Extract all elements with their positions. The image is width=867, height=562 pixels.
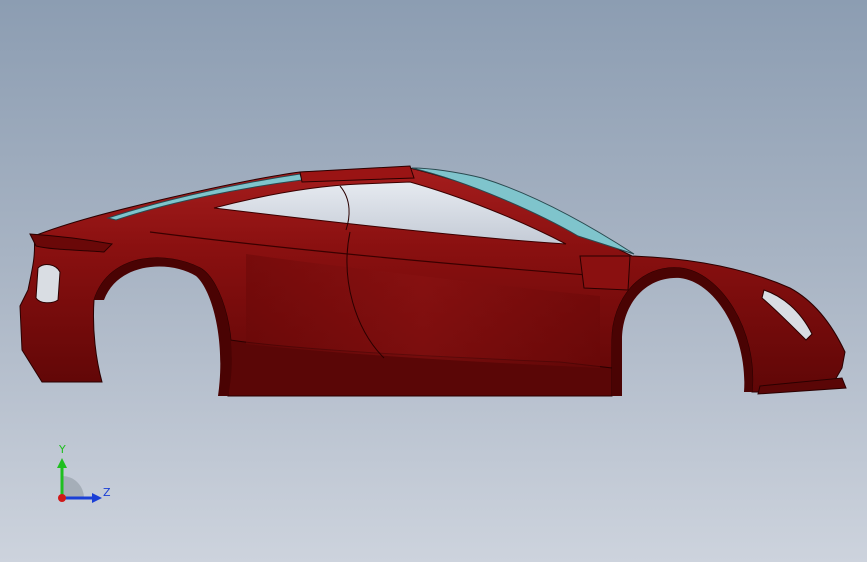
rear-wheel-arch: [94, 257, 232, 396]
axis-y-label: Y: [59, 443, 66, 456]
graphics-viewport[interactable]: Y Z: [0, 0, 867, 562]
side-mirror: [579, 255, 631, 291]
axis-z-label: Z: [103, 486, 111, 499]
orientation-triad: Y Z: [48, 440, 118, 510]
rear-vent-cutout: [35, 264, 61, 304]
car-body-model[interactable]: [0, 0, 867, 562]
